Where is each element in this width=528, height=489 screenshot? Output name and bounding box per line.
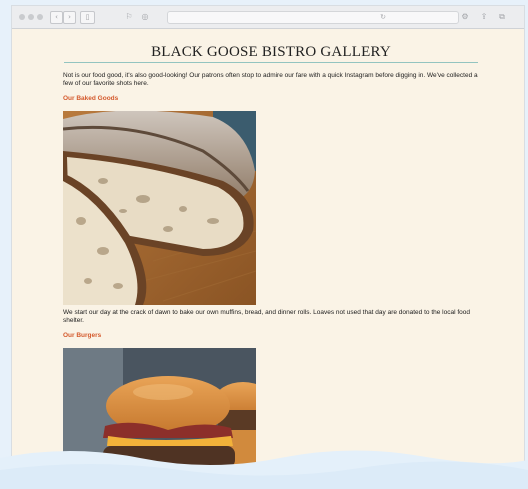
section-heading-burgers: Our Burgers — [63, 332, 102, 339]
browser-toolbar: ‹ › ▯ ⚐ ◎ ↻ ⚙ ⇪ ⧉ — [12, 6, 524, 29]
page-title: BLACK GOOSE BISTRO GALLERY — [151, 44, 391, 60]
back-icon[interactable]: ‹ — [50, 11, 63, 24]
downloads-icon[interactable]: ⚙ — [460, 11, 470, 22]
minimize-window-icon[interactable] — [28, 14, 34, 20]
share-icon[interactable]: ⇪ — [479, 11, 489, 22]
tabs-icon[interactable]: ⧉ — [497, 11, 507, 22]
section-heading-baked-goods: Our Baked Goods — [63, 95, 119, 102]
intro-paragraph: Not is our food good, it's also good-loo… — [63, 72, 478, 87]
address-bar[interactable]: ↻ — [167, 11, 459, 24]
page-content: BLACK GOOSE BISTRO GALLERY Not is our fo… — [12, 29, 524, 489]
reload-icon[interactable]: ↻ — [380, 12, 386, 23]
browser-window: ‹ › ▯ ⚐ ◎ ↻ ⚙ ⇪ ⧉ BLACK GOOSE BISTRO GAL… — [12, 6, 524, 489]
reader-icon[interactable]: ⚐ — [124, 11, 134, 22]
forward-icon[interactable]: › — [63, 11, 76, 24]
title-divider — [64, 62, 478, 63]
decorative-wave — [0, 450, 528, 489]
sidebar-icon[interactable]: ▯ — [80, 11, 95, 24]
privacy-icon[interactable]: ◎ — [140, 11, 150, 22]
zoom-window-icon[interactable] — [37, 14, 43, 20]
baked-goods-caption: We start our day at the crack of dawn to… — [63, 309, 470, 324]
close-window-icon[interactable] — [19, 14, 25, 20]
baked-goods-photo — [63, 111, 256, 305]
